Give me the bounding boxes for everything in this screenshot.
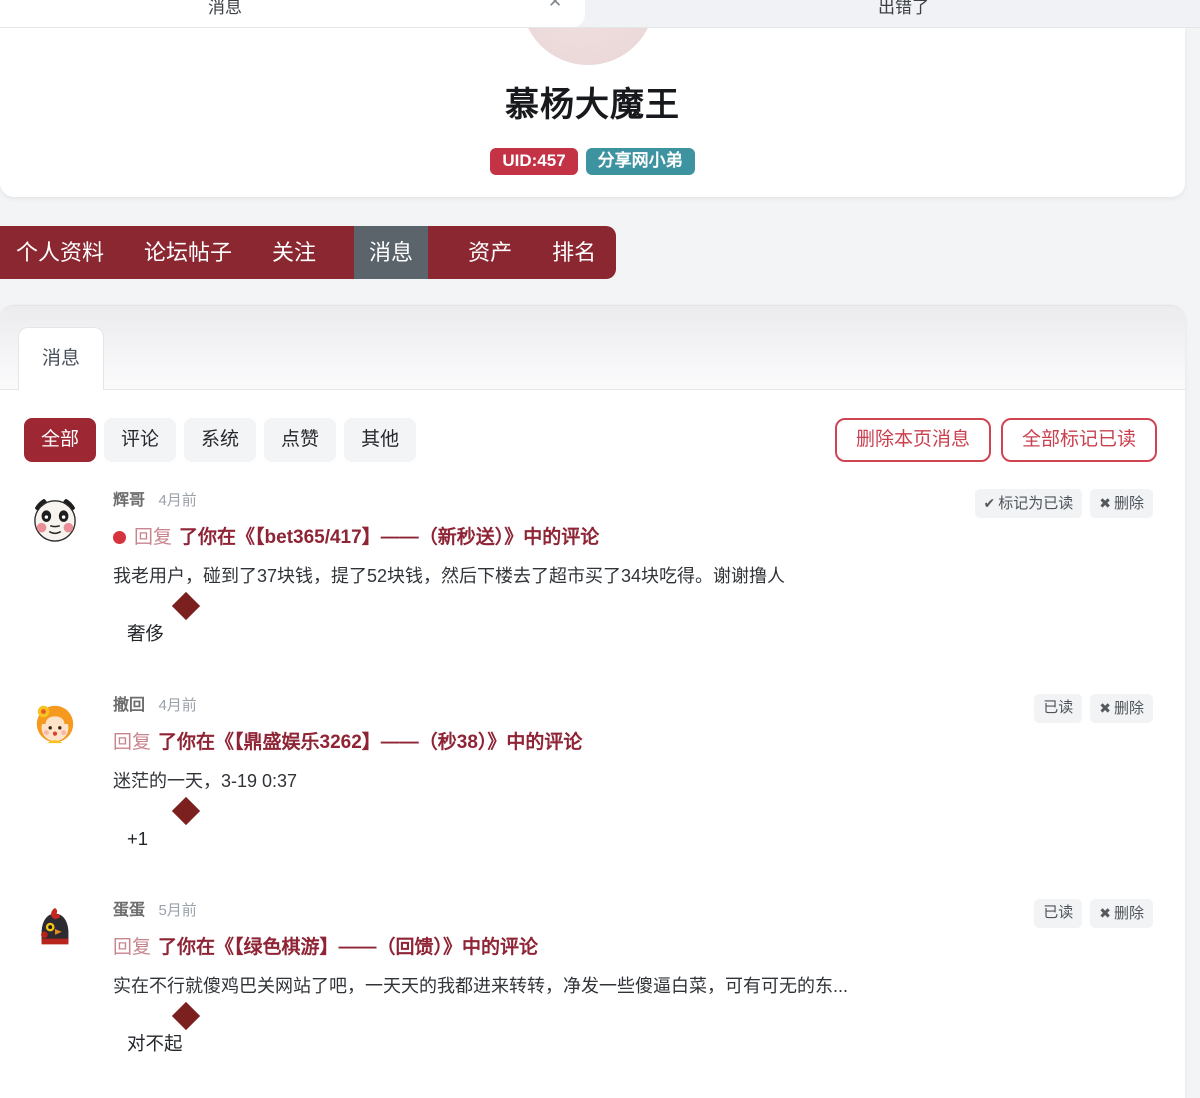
message-reply-line: 回复了你在《【鼎盛娱乐3262】——（秒38）》中的评论 xyxy=(113,730,1157,756)
message-item: 辉哥 4月前 ✔标记为已读 ✖删除 回复了你在《【bet365/417】——（新… xyxy=(24,491,1157,646)
message-time: 4月前 xyxy=(158,492,196,509)
profile-header: 慕杨大魔王 UID:457 分享网小弟 xyxy=(0,28,1185,197)
nav-item-follows[interactable]: 关注 xyxy=(272,226,316,279)
filter-comments[interactable]: 评论 xyxy=(104,418,176,462)
messages-panel-header: 消息 xyxy=(0,305,1185,390)
message-time: 5月前 xyxy=(158,902,196,919)
bird-avatar xyxy=(32,906,78,952)
quoted-comment: +1 xyxy=(127,826,1157,851)
delete-button[interactable]: ✖删除 xyxy=(1090,694,1153,723)
message-username: 蛋蛋 xyxy=(113,902,145,919)
nav-item-ranking[interactable]: 排名 xyxy=(552,226,596,279)
filter-row: 全部 评论 系统 点赞 其他 删除本页消息 全部标记已读 xyxy=(24,418,1157,462)
uid-badge: UID:457 xyxy=(490,148,577,175)
role-badge: 分享网小弟 xyxy=(586,148,695,175)
girl-avatar xyxy=(32,701,78,747)
read-status-badge: 已读 xyxy=(1034,899,1082,928)
quote-caret-icon xyxy=(172,797,200,825)
filter-system[interactable]: 系统 xyxy=(184,418,256,462)
message-head: 撤回 4月前 xyxy=(113,696,1157,716)
close-icon[interactable]: ✕ xyxy=(548,0,562,12)
nav-item-profile[interactable]: 个人资料 xyxy=(16,226,104,279)
message-content: 实在不行就傻鸡巴关网站了吧，一天天的我都进来转转，净发一些傻逼白菜，可有可无的东… xyxy=(113,974,1157,999)
quoted-comment: 对不起 xyxy=(127,1031,1157,1056)
filter-all[interactable]: 全部 xyxy=(24,418,96,462)
panda-meme-avatar xyxy=(32,496,78,542)
message-item: 撤回 4月前 已读 ✖删除 回复了你在《【鼎盛娱乐3262】——（秒38）》中的… xyxy=(24,696,1157,851)
profile-badges: UID:457 分享网小弟 xyxy=(0,148,1185,175)
reply-link[interactable]: 了你在《【鼎盛娱乐3262】——（秒38）》中的评论 xyxy=(158,732,582,753)
message-reply-line: 回复了你在《【绿色棋游】——（回馈）》中的评论 xyxy=(113,935,1157,961)
reply-link[interactable]: 了你在《【绿色棋游】——（回馈）》中的评论 xyxy=(158,937,538,958)
message-content: 迷茫的一天，3-19 0:37 xyxy=(113,769,1157,794)
nav-item-messages[interactable]: 消息 xyxy=(354,226,428,279)
quoted-comment: 奢侈 xyxy=(127,621,1157,646)
reply-word: 回复 xyxy=(113,732,151,753)
message-head: 蛋蛋 5月前 xyxy=(113,901,1157,921)
tab-messages[interactable]: 消息 xyxy=(18,327,104,390)
mark-all-read-button[interactable]: 全部标记已读 xyxy=(1001,418,1157,462)
delete-button[interactable]: ✖删除 xyxy=(1090,489,1153,518)
nav-item-forum-posts[interactable]: 论坛帖子 xyxy=(144,226,232,279)
quote-caret-icon xyxy=(172,1002,200,1030)
delete-button[interactable]: ✖删除 xyxy=(1090,899,1153,928)
message-reply-line: 回复了你在《【bet365/417】——（新秒送）》中的评论 xyxy=(113,525,1157,551)
delete-icon: ✖ xyxy=(1099,905,1111,921)
messages-panel-body: 全部 评论 系统 点赞 其他 删除本页消息 全部标记已读 xyxy=(0,390,1185,1056)
browser-tab-bar: 消息 ✕ 出错了 xyxy=(0,0,1200,28)
unread-dot-icon xyxy=(113,531,126,544)
message-actions: 已读 ✖删除 xyxy=(1034,694,1153,723)
message-time: 4月前 xyxy=(158,697,196,714)
filter-other[interactable]: 其他 xyxy=(344,418,416,462)
message-actions: 已读 ✖删除 xyxy=(1034,899,1153,928)
message-item: 蛋蛋 5月前 已读 ✖删除 回复了你在《【绿色棋游】——（回馈）》中的评论 实在… xyxy=(24,901,1157,1056)
reply-word: 回复 xyxy=(134,527,172,548)
filter-chips: 全部 评论 系统 点赞 其他 xyxy=(24,418,416,462)
browser-tab-error[interactable]: 出错了 xyxy=(878,0,929,18)
reply-word: 回复 xyxy=(113,937,151,958)
delete-icon: ✖ xyxy=(1099,495,1111,511)
read-status-badge: 已读 xyxy=(1034,694,1082,723)
reply-link[interactable]: 了你在《【bet365/417】——（新秒送）》中的评论 xyxy=(179,527,599,548)
browser-tab-title: 消息 xyxy=(208,0,242,18)
bulk-actions: 删除本页消息 全部标记已读 xyxy=(835,418,1157,462)
nav-item-assets[interactable]: 资产 xyxy=(468,226,512,279)
message-username: 撤回 xyxy=(113,697,145,714)
check-icon: ✔ xyxy=(984,495,996,511)
browser-tab-messages[interactable]: 消息 ✕ xyxy=(0,0,585,28)
filter-likes[interactable]: 点赞 xyxy=(264,418,336,462)
message-actions: ✔标记为已读 ✖删除 xyxy=(975,489,1154,518)
messages-panel: 消息 全部 评论 系统 点赞 其他 删除本页消息 全部标记已读 xyxy=(0,305,1185,1098)
message-content: 我老用户，碰到了37块钱，提了52块钱，然后下楼去了超市买了34块吃得。谢谢撸人 xyxy=(113,564,1157,589)
delete-icon: ✖ xyxy=(1099,700,1111,716)
mark-read-button[interactable]: ✔标记为已读 xyxy=(975,489,1083,518)
quote-caret-icon xyxy=(172,592,200,620)
message-username: 辉哥 xyxy=(113,492,145,509)
profile-nav: 个人资料 论坛帖子 关注 消息 资产 排名 xyxy=(0,226,616,279)
delete-page-messages-button[interactable]: 删除本页消息 xyxy=(835,418,991,462)
